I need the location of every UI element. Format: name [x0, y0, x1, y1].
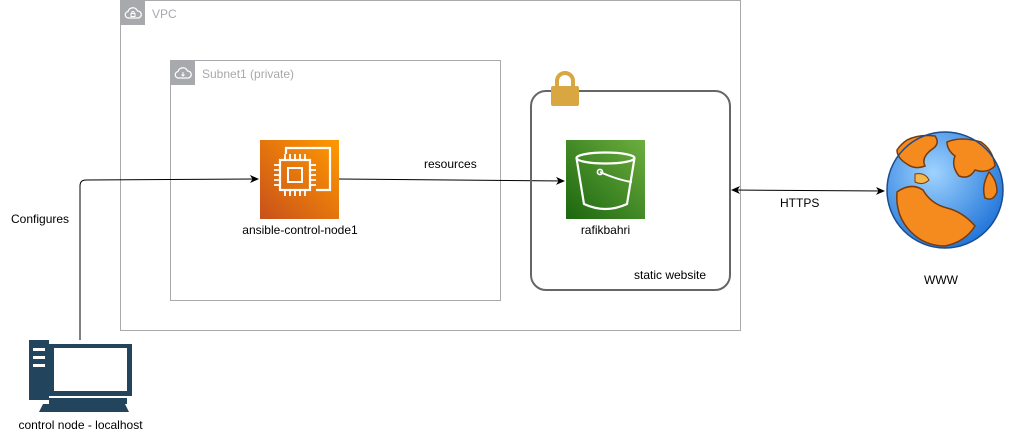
control-node-label: control node - localhost	[18, 418, 143, 432]
desktop-computer-icon	[29, 340, 132, 417]
connectors	[79, 175, 885, 340]
www-label: WWW	[924, 273, 958, 287]
ec2-label: ansible-control-node1	[242, 223, 358, 237]
globe-icon	[885, 130, 1005, 255]
s3-label: rafikbahri	[580, 223, 631, 237]
https-edge-label: HTTPS	[780, 196, 820, 210]
ec2-instance-icon[interactable]	[260, 140, 339, 219]
s3-bucket-icon[interactable]	[566, 140, 645, 219]
https-edge	[731, 186, 885, 195]
padlock-icon	[549, 70, 581, 112]
static-website-label: static website	[634, 268, 707, 282]
configures-edge-label: Configures	[11, 212, 70, 226]
resources-edge-label: resources	[424, 157, 477, 171]
configures-edge	[79, 175, 259, 340]
